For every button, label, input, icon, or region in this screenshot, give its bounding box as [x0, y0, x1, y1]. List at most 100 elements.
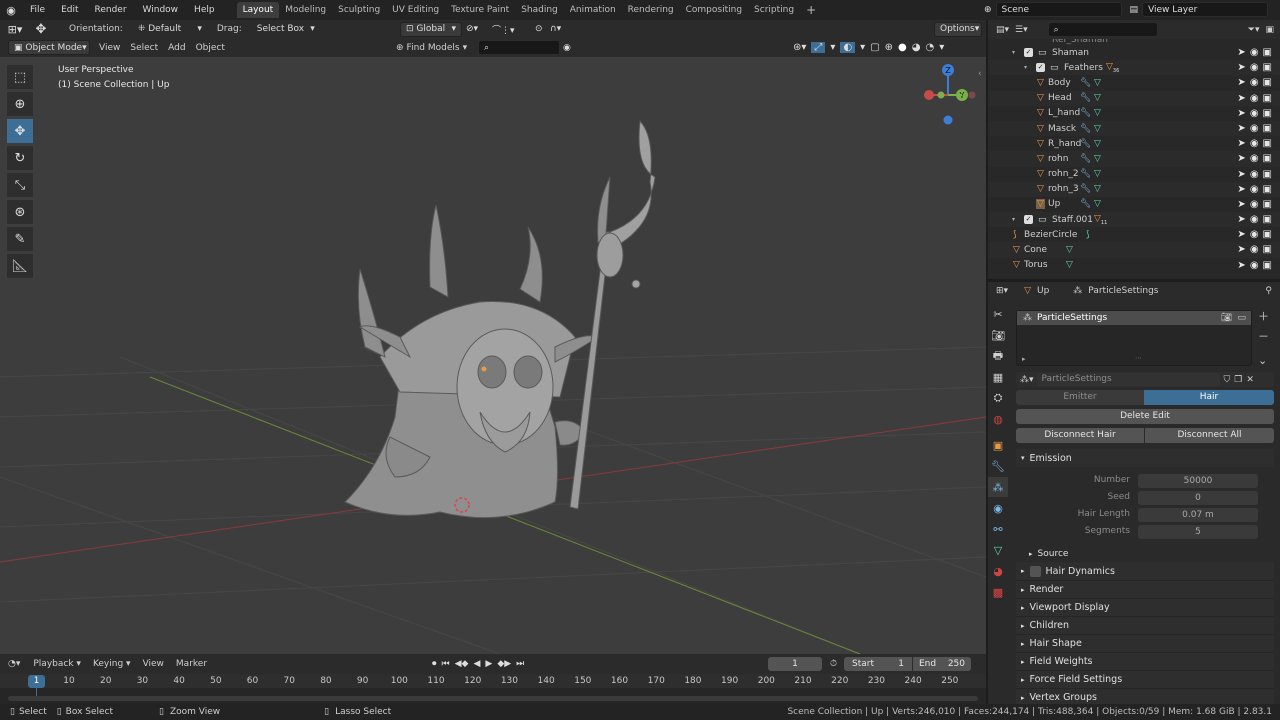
delete-edit-button[interactable]: Delete Edit	[1016, 409, 1274, 424]
jump-start-icon[interactable]: ⏮	[442, 659, 450, 669]
overlay-dropdown-icon[interactable]: ▾	[860, 42, 865, 53]
panel-header[interactable]: ▸ Field Weights	[1016, 652, 1274, 670]
camera-icon[interactable]: ▣	[1263, 62, 1272, 73]
chevron-down-icon[interactable]: ▾	[1012, 216, 1015, 223]
camera-icon[interactable]: ▣	[1263, 214, 1272, 225]
select-tool-icon[interactable]: ⬚	[7, 65, 33, 89]
menu-edit[interactable]: Edit	[53, 5, 86, 15]
annotate-tool-icon[interactable]: ✎	[7, 227, 33, 251]
xray-icon[interactable]: ▢	[870, 42, 879, 53]
outliner-search[interactable]: ⌕	[1047, 22, 1158, 37]
select-arrow-icon[interactable]: ➤	[1237, 169, 1245, 180]
modifier-icon[interactable]: 🔧︎	[1080, 93, 1091, 103]
viewport-toggle-icon[interactable]: ▭	[1237, 313, 1246, 323]
transform-tool-icon[interactable]: ⊛	[7, 200, 33, 224]
record-icon[interactable]: ⏺	[432, 659, 437, 669]
camera-icon[interactable]: ▣	[1263, 108, 1272, 119]
add-workspace-button[interactable]: +	[800, 0, 822, 20]
chevron-down-icon[interactable]: ▾	[1012, 49, 1015, 56]
material-tab-icon[interactable]: ◕	[988, 561, 1008, 581]
numeric-field[interactable]: 0	[1138, 491, 1258, 505]
datablock-name-field[interactable]: ParticleSettings	[1037, 373, 1220, 386]
camera-icon[interactable]: ▣	[1263, 123, 1272, 134]
start-frame-field[interactable]: Start 1	[844, 657, 912, 671]
outliner-row[interactable]: ▽ R_hand 🔧︎ ▽ ➤ ◉ ▣	[988, 136, 1280, 151]
modifier-icon[interactable]: 🔧︎	[1080, 169, 1091, 179]
eye-icon[interactable]: ◉	[1250, 77, 1259, 88]
mesh-data-icon[interactable]: ▽	[1066, 260, 1073, 270]
curve-data-icon[interactable]: ⟆	[1086, 230, 1090, 240]
hair-dynamics-panel-header[interactable]: ▸ Hair Dynamics	[1016, 562, 1274, 580]
scale-tool-icon[interactable]: ⤡	[7, 173, 33, 197]
panel-header[interactable]: ▸ Force Field Settings	[1016, 670, 1274, 688]
pivot-icon[interactable]: ⊘▾	[466, 24, 478, 34]
overlay-icon[interactable]: ◐	[840, 42, 856, 53]
physics-tab-icon[interactable]: ◉	[988, 498, 1008, 518]
properties-editor-icon[interactable]: ⊞▾	[996, 286, 1008, 296]
eye-icon[interactable]: ◉	[1250, 93, 1259, 104]
particle-system-list[interactable]: ⁂ ParticleSettings 📷︎ ▭ ▸ ⋯	[1016, 310, 1252, 366]
outliner-editor-icon[interactable]: ▤▾	[996, 25, 1009, 35]
outliner-row[interactable]: ▾ ✓ ▭ Shaman ➤ ◉ ▣	[988, 45, 1280, 60]
scene-icon[interactable]: ⊕	[984, 5, 992, 15]
view-layer-icon[interactable]: ▤	[1130, 5, 1139, 15]
display-mode-icon[interactable]: ☰▾	[1015, 25, 1028, 35]
outliner-row[interactable]: ▽ Cone ▽ ➤ ◉ ▣	[988, 242, 1280, 258]
proportional-edit-icon[interactable]: ⊙	[535, 24, 543, 34]
menu-add[interactable]: Add	[163, 43, 190, 53]
mesh-data-icon[interactable]: ▽	[1066, 245, 1073, 255]
modifier-icon[interactable]: 🔧︎	[1080, 124, 1091, 134]
panel-header[interactable]: ▸ Children	[1016, 616, 1274, 634]
select-arrow-icon[interactable]: ➤	[1237, 108, 1245, 119]
end-frame-field[interactable]: End 250	[913, 657, 971, 671]
camera-icon[interactable]: ▣	[1263, 229, 1272, 240]
tab-rendering[interactable]: Rendering	[622, 2, 680, 18]
menu-file[interactable]: File	[22, 5, 53, 15]
particle-settings-selector[interactable]: ⁂▾ ParticleSettings ⛉ ❐ ✕	[1016, 372, 1274, 387]
mesh-object-icon[interactable]: ▽	[1036, 124, 1045, 134]
modifier-tab-icon[interactable]: 🔧︎	[988, 456, 1008, 476]
mesh-data-icon[interactable]: ▽	[1094, 78, 1101, 88]
cursor-tool-icon[interactable]: ⊕	[7, 92, 33, 116]
outliner-row[interactable]: ▾ ✓ ▭ Staff.001 ▽11 ➤ ◉ ▣	[988, 212, 1280, 228]
outliner-row[interactable]: ▽ Torus ▽ ➤ ◉ ▣	[988, 258, 1280, 273]
eye-icon[interactable]: ◉	[1250, 169, 1259, 180]
navigation-gizmo[interactable]: Z Y	[924, 64, 976, 125]
type-emitter-button[interactable]: Emitter	[1016, 390, 1144, 405]
tab-uv-editing[interactable]: UV Editing	[386, 2, 445, 18]
editor-type-icon[interactable]: ⊞▾	[0, 23, 30, 36]
modifier-icon[interactable]: 🔧︎	[1080, 199, 1091, 209]
outliner-row[interactable]: ▽ Masck 🔧︎ ▽ ➤ ◉ ▣	[988, 120, 1280, 137]
tab-texture-paint[interactable]: Texture Paint	[445, 2, 515, 18]
rotate-tool-icon[interactable]: ↻	[7, 146, 33, 170]
panel-header[interactable]: ▸ Hair Shape	[1016, 634, 1274, 652]
tab-layout[interactable]: Layout	[236, 2, 280, 18]
drag-dropdown[interactable]: Select Box ▾	[250, 21, 321, 37]
specials-menu-icon[interactable]: ⌄	[1258, 354, 1269, 367]
outliner-row[interactable]: ▽ Head 🔧︎ ▽ ➤ ◉ ▣	[988, 90, 1280, 106]
camera-icon[interactable]: ▣	[1263, 199, 1272, 210]
modifier-icon[interactable]: 🔧︎	[1080, 78, 1091, 88]
mesh-object-icon[interactable]: ▽	[1036, 78, 1045, 88]
mesh-object-icon[interactable]: ▽	[1036, 184, 1045, 194]
texture-tab-icon[interactable]: ▩	[988, 582, 1008, 602]
select-arrow-icon[interactable]: ➤	[1237, 229, 1245, 240]
measure-tool-icon[interactable]: 📐︎	[7, 254, 33, 278]
outliner-row[interactable]: ▾ ✓ ▭ Feathers ▽36 ➤ ◉ ▣	[988, 60, 1280, 76]
particle-browse-icon[interactable]: ⁂▾	[1020, 375, 1034, 385]
tool-tab-icon[interactable]: ✂	[988, 304, 1008, 324]
timeline-editor-icon[interactable]: ◔▾	[8, 659, 20, 669]
mesh-data-icon[interactable]: ▽	[1094, 108, 1101, 118]
tab-shading[interactable]: Shading	[515, 2, 564, 18]
wireframe-shading-icon[interactable]: ⊕	[885, 42, 893, 53]
select-arrow-icon[interactable]: ➤	[1237, 93, 1245, 104]
menu-help[interactable]: Help	[186, 5, 223, 15]
chevron-down-icon[interactable]: ▾	[1024, 64, 1027, 71]
numeric-field[interactable]: 50000	[1138, 474, 1258, 488]
find-models-button[interactable]: ⊕ Find Models ▾	[396, 43, 467, 53]
move-tool-icon[interactable]: ✥	[30, 22, 52, 37]
modifier-icon[interactable]: 🔧︎	[1080, 154, 1091, 164]
viewport-scene[interactable]: Z Y	[0, 57, 986, 654]
select-arrow-icon[interactable]: ➤	[1237, 138, 1245, 149]
outliner-row[interactable]: ▽ rohn_2 🔧︎ ▽ ➤ ◉ ▣	[988, 167, 1280, 182]
